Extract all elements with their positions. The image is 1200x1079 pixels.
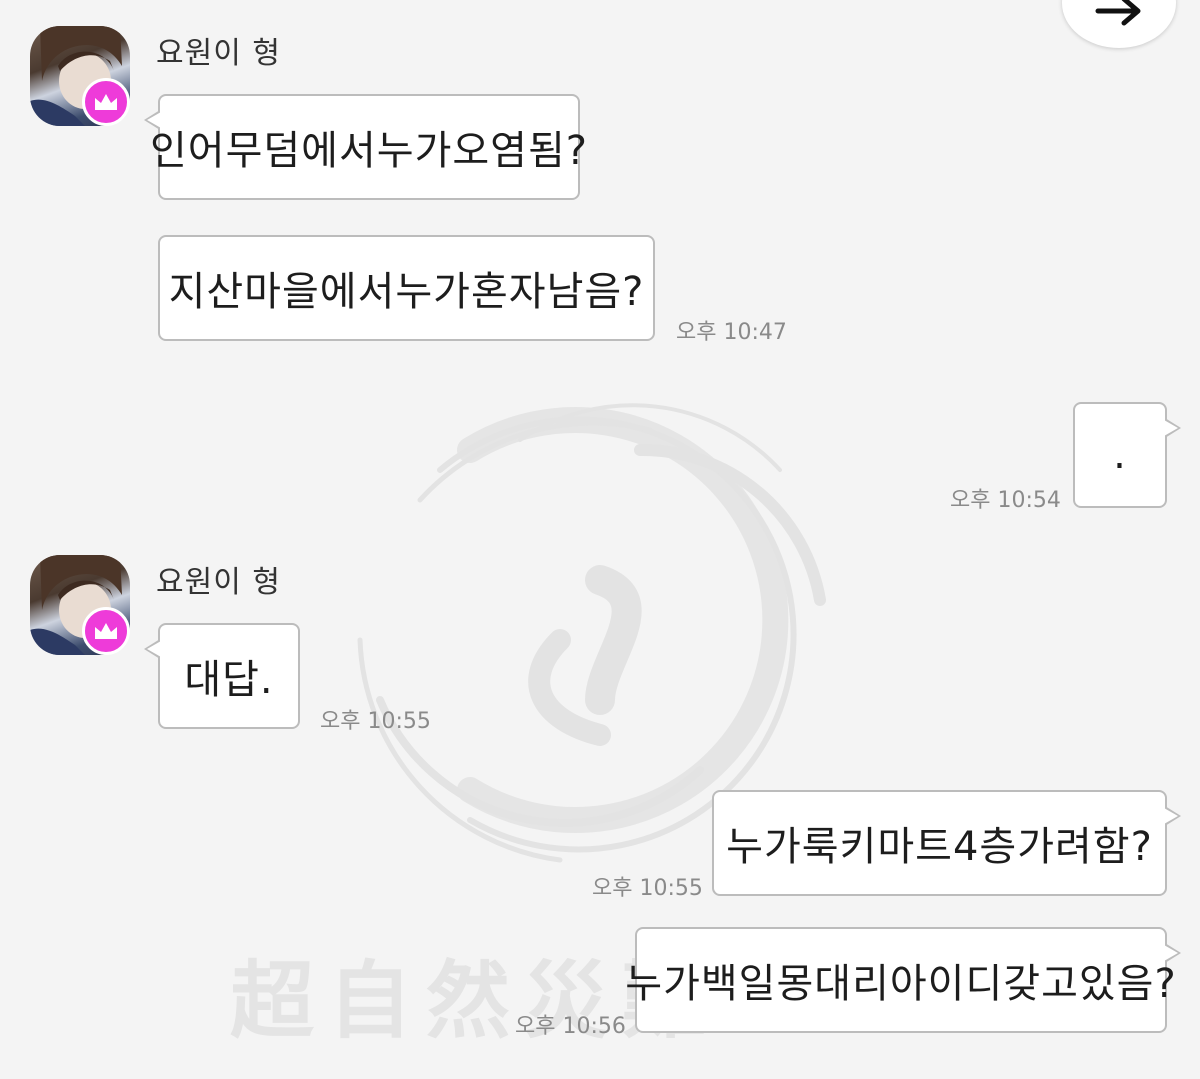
message-time: 오후 10:47 bbox=[676, 320, 787, 345]
my-message-bubble[interactable]: . bbox=[1073, 402, 1181, 508]
message-text: 지산마을에서누가혼자남음? bbox=[168, 269, 645, 315]
sender-name: 요원이 형 bbox=[156, 36, 281, 71]
message-time: 오후 10:55 bbox=[320, 709, 431, 734]
message-text: 인어무덤에서누가오염됨? bbox=[149, 128, 589, 174]
message-text: 누가룩키마트4층가려함? bbox=[726, 824, 1153, 870]
message-text: 누가백일몽대리아이디갖고있음? bbox=[625, 961, 1177, 1007]
crown-badge bbox=[82, 607, 130, 655]
my-message-bubble[interactable]: 누가룩키마트4층가려함? bbox=[712, 790, 1181, 896]
my-message-bubble[interactable]: 누가백일몽대리아이디갖고있음? bbox=[625, 927, 1181, 1033]
avatar[interactable] bbox=[30, 555, 130, 655]
message-time: 오후 10:55 bbox=[592, 876, 703, 901]
message-bubble[interactable]: 인어무덤에서누가오염됨? bbox=[144, 94, 587, 200]
sender-name: 요원이 형 bbox=[156, 565, 281, 600]
message-time: 오후 10:56 bbox=[515, 1014, 626, 1039]
message-bubble[interactable]: 대답. bbox=[144, 623, 300, 729]
scroll-button[interactable] bbox=[1062, 0, 1176, 48]
message-bubble[interactable]: 지산마을에서누가혼자남음? bbox=[158, 235, 655, 341]
message-text: . bbox=[1113, 432, 1127, 478]
avatar[interactable] bbox=[30, 26, 130, 126]
crown-icon bbox=[95, 623, 117, 639]
crown-badge bbox=[82, 78, 130, 126]
message-time: 오후 10:54 bbox=[950, 488, 1061, 513]
arrow-right-icon bbox=[1095, 0, 1141, 26]
crown-icon bbox=[95, 94, 117, 110]
message-text: 대답. bbox=[184, 657, 274, 703]
